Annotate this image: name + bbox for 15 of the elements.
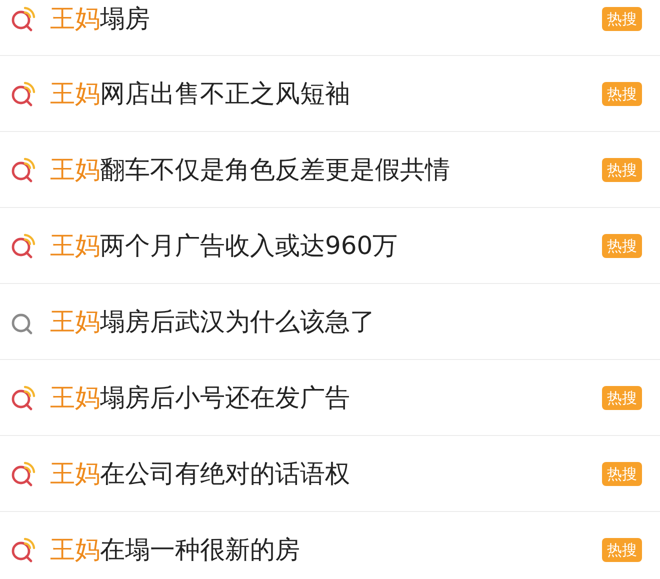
search-suggestion[interactable]: 王妈在公司有绝对的话语权 <box>50 454 602 492</box>
search-suggestion[interactable]: 王妈翻车不仅是角色反差更是假共情 <box>50 150 602 188</box>
search-suggestion[interactable]: 王妈塌房后武汉为什么该急了 <box>50 302 642 340</box>
search-suggestion[interactable]: 王妈两个月广告收入或达960万 <box>50 226 602 264</box>
hot-badge: 热搜 <box>602 386 642 410</box>
search-suggestion[interactable]: 王妈塌房后小号还在发广告 <box>50 378 602 416</box>
search-suggestion[interactable]: 王妈塌房 <box>50 0 602 38</box>
hot-badge: 热搜 <box>602 538 642 562</box>
search-suggestion[interactable]: 王妈在塌一种很新的房 <box>50 530 602 568</box>
hot-badge: 热搜 <box>602 462 642 486</box>
hot-badge: 热搜 <box>602 82 642 106</box>
hot-badge: 热搜 <box>602 158 642 182</box>
search-suggestion[interactable]: 王妈网店出售不正之风短袖 <box>50 74 602 112</box>
hot-badge: 热搜 <box>602 234 642 258</box>
hot-badge: 热搜 <box>602 6 642 30</box>
